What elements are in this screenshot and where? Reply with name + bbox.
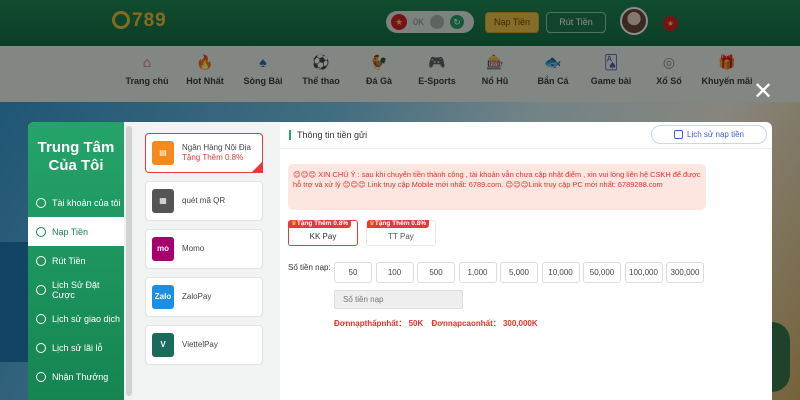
divider [280, 148, 772, 149]
sidebar-title: Trung Tâm Của Tôi [37, 139, 115, 174]
bonus-tag: ♛Tặng Thêm 0.8% [367, 220, 430, 228]
sidebar-item-5[interactable]: Lịch sử lãi lỗ [28, 333, 124, 362]
scrollbar[interactable] [124, 122, 134, 400]
sidebar-item-label: Lịch sử lãi lỗ [52, 342, 103, 353]
panel-title: Thông tin tiền gửi [289, 130, 367, 140]
payment-method-4[interactable]: V ViettelPay [145, 325, 263, 365]
scrollbar-thumb[interactable] [126, 126, 132, 396]
channel-name: KK Pay [309, 232, 337, 241]
payment-method-3[interactable]: Zalo ZaloPay [145, 277, 263, 317]
amount-option-7[interactable]: 100,000 [624, 262, 663, 283]
channel-name: TT Pay [388, 232, 414, 241]
deposit-history-button[interactable]: Lịch sử nạp tiền [651, 125, 767, 144]
viettelpay-icon: V [152, 333, 174, 357]
history-icon [674, 130, 684, 139]
max-deposit-text: Đơnnạpcaonhất： 300,000K [431, 319, 538, 328]
payment-method-2[interactable]: mo Momo [145, 229, 263, 269]
payment-method-name: ZaloPay [182, 292, 212, 301]
sidebar-item-label: Nạp Tiền [52, 226, 89, 237]
sidebar-item-label: Rút Tiền [52, 255, 86, 266]
channel-kk-pay[interactable]: ♛Tặng Thêm 0.8% KK Pay [288, 220, 358, 246]
payment-method-1[interactable]: ▦ quét mã QR [145, 181, 263, 221]
amount-option-5[interactable]: 10,000 [541, 262, 580, 283]
momo-icon: mo [152, 237, 174, 261]
bonus-tag-text: Tặng Thêm 0.8% [296, 220, 349, 227]
amount-option-1[interactable]: 100 [375, 262, 414, 283]
account-center-modal: Trung Tâm Của Tôi Tài khoản của tôi Nạp T… [28, 122, 772, 400]
sidebar-item-3[interactable]: Lịch Sử Đặt Cược [28, 275, 124, 304]
sidebar-item-label: Tài khoản của tôi [52, 197, 121, 208]
reward-icon [36, 371, 46, 382]
sidebar-item-1[interactable]: Nạp Tiền [28, 217, 124, 246]
close-icon[interactable]: ✕ [752, 80, 774, 104]
payment-method-label: ZaloPay [182, 292, 211, 302]
withdraw-icon [36, 255, 46, 266]
channel-tt-pay[interactable]: ♛Tặng Thêm 0.8% TT Pay [366, 220, 436, 246]
zalopay-icon: Zalo [152, 285, 174, 309]
payment-method-name: quét mã QR [182, 196, 226, 205]
payment-method-name: Momo [182, 244, 205, 253]
amount-option-0[interactable]: 50 [334, 262, 372, 283]
user-icon [36, 197, 46, 208]
sidebar-item-label: Lịch sử giao dịch [52, 313, 121, 324]
amount-option-2[interactable]: 500 [417, 262, 455, 283]
account-sidebar: Trung Tâm Của Tôi Tài khoản của tôi Nạp T… [28, 122, 124, 400]
payment-methods: ▤ Ngân Hàng Nội Địa Tặng Thêm 0.8% ▦ quét mã… [134, 122, 280, 400]
payment-method-name: ViettelPay [182, 340, 218, 349]
sidebar-item-2[interactable]: Rút Tiền [28, 246, 124, 275]
deposit-history-label: Lịch sử nạp tiền [687, 130, 744, 139]
deposit-limits: Đơnnạpthấpnhất： 50K Đơnnạpcaonhất： 300,0… [334, 318, 544, 329]
payment-method-0[interactable]: ▤ Ngân Hàng Nội Địa Tặng Thêm 0.8% [145, 133, 263, 173]
sidebar-item-4[interactable]: Lịch sử giao dịch [28, 304, 124, 333]
amount-option-4[interactable]: 5,000 [500, 262, 538, 283]
sidebar-item-label: Lịch Sử Đặt Cược [52, 279, 100, 300]
amount-option-6[interactable]: 50,000 [583, 262, 621, 283]
profit-loss-icon [36, 342, 46, 353]
qr-icon: ▦ [152, 189, 174, 213]
amount-option-3[interactable]: 1,000 [458, 262, 497, 283]
notice-banner: 😊😊😊 XIN CHÚ Ý : sau khi chuyển tiền thàn… [288, 164, 706, 210]
amount-option-8[interactable]: 300,000 [666, 262, 704, 283]
deposit-panel: Thông tin tiền gửi Lịch sử nạp tiền 😊😊😊 … [280, 122, 772, 400]
payment-method-label: Momo [182, 244, 204, 254]
payment-method-label: ViettelPay [182, 340, 218, 350]
transaction-history-icon [36, 313, 46, 324]
payment-method-name: Ngân Hàng Nội Địa [182, 143, 251, 152]
amount-input[interactable] [334, 290, 463, 309]
payment-method-label: Ngân Hàng Nội Địa Tặng Thêm 0.8% [182, 143, 251, 163]
sidebar-item-6[interactable]: Nhận Thưởng [28, 362, 124, 391]
bet-history-icon [36, 284, 46, 295]
bonus-tag-text: Tặng Thêm 0.8% [374, 220, 427, 227]
sidebar-item-0[interactable]: Tài khoản của tôi [28, 188, 124, 217]
sidebar-item-label: Nhận Thưởng [52, 371, 109, 382]
deposit-icon [36, 226, 46, 237]
amount-label: Số tiền nạp: [288, 263, 331, 272]
bank-icon: ▤ [152, 141, 174, 165]
payment-method-label: quét mã QR [182, 196, 225, 206]
bonus-text: Tặng Thêm 0.8% [182, 153, 244, 162]
min-deposit-text: Đơnnạpthấpnhất： 50K [334, 319, 424, 328]
bonus-tag: ♛Tặng Thêm 0.8% [289, 220, 352, 228]
